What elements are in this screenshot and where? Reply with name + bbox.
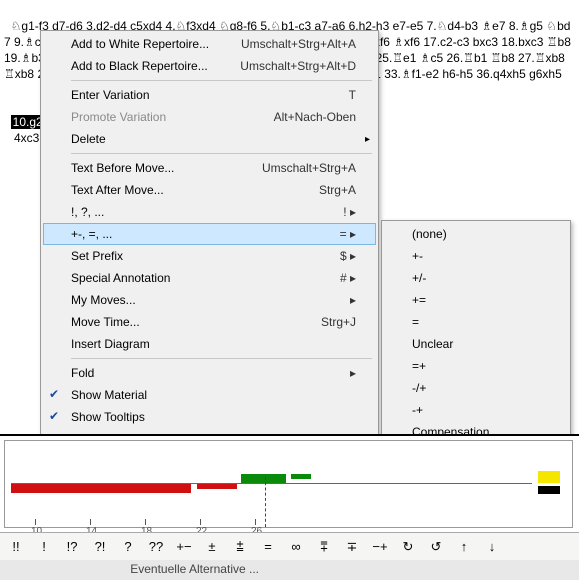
menu-item-label: Add to White Repertoire... [71,37,241,51]
menu-shortcut: Umschalt+Strg+Alt+D [240,59,356,73]
menu-item[interactable]: Text Before Move...Umschalt+Strg+A [43,157,376,179]
context-menu: Add to White Repertoire...Umschalt+Strg+… [40,30,379,482]
separator [71,358,372,359]
menu-item-label: -/+ [412,381,548,395]
menu-item[interactable]: My Moves...▸ [43,289,376,311]
notation-continuation: 4xc3 [11,131,40,145]
menu-item[interactable]: += [384,289,568,311]
menu-item[interactable]: -/+ [384,377,568,399]
menu-item[interactable]: Fold▸ [43,362,376,384]
annotation-symbol-button[interactable]: ? [115,536,141,558]
menu-item[interactable]: (none) [384,223,568,245]
menu-shortcut: # ▸ [340,271,356,285]
evaluation-panel: 1014182226 [0,434,579,532]
menu-item[interactable]: Insert Diagram [43,333,376,355]
menu-item[interactable]: +- [384,245,568,267]
menu-shortcut: Umschalt+Strg+Alt+A [241,37,356,51]
menu-item-label: Show Material [71,388,356,402]
menu-item-label: +-, =, ... [71,227,340,241]
menu-item[interactable]: Move Time...Strg+J [43,311,376,333]
menu-item-label: Show Tooltips [71,410,356,424]
menu-item[interactable]: +-, =, ...= ▸ [43,223,376,245]
status-bar: Eventuelle Alternative ... [0,560,579,580]
menu-item-label: +/- [412,271,548,285]
menu-item[interactable]: +/- [384,267,568,289]
menu-item[interactable]: Text After Move...Strg+A [43,179,376,201]
annotation-symbol-button[interactable]: = [255,536,281,558]
menu-item-label: Fold [71,366,350,380]
menu-item[interactable]: = [384,311,568,333]
annotation-symbol-button[interactable]: ⩲ [227,536,253,558]
annotation-symbol-button[interactable]: ?? [143,536,169,558]
menu-item[interactable]: Add to White Repertoire...Umschalt+Strg+… [43,33,376,55]
menu-item-label: Text Before Move... [71,161,262,175]
menu-item-label: Insert Diagram [71,337,356,351]
menu-shortcut: ▸ [350,366,356,380]
menu-item[interactable]: !, ?, ...! ▸ [43,201,376,223]
menu-item-label: (none) [412,227,548,241]
menu-item[interactable]: Special Annotation# ▸ [43,267,376,289]
annotation-symbol-button[interactable]: ! [31,536,57,558]
check-icon: ✔ [49,387,59,401]
menu-item-label: Text After Move... [71,183,319,197]
annotation-symbol-button[interactable]: ↑ [451,536,477,558]
annotation-symbol-button[interactable]: !? [59,536,85,558]
annotation-symbol-button[interactable]: ?! [87,536,113,558]
evaluation-graph[interactable]: 1014182226 [11,471,532,526]
menu-shortcut: Alt+Nach-Oben [274,110,356,124]
menu-shortcut: T [349,88,356,102]
menu-item[interactable]: ✔ Show Material [43,384,376,406]
menu-item-label: Special Annotation [71,271,340,285]
menu-shortcut: ▸ [350,293,356,307]
status-text: Eventuelle Alternative ... [130,562,259,576]
marker-black [538,486,560,494]
menu-item: Promote VariationAlt+Nach-Oben [43,106,376,128]
check-icon: ✔ [49,409,59,423]
menu-item-label: += [412,293,548,307]
separator [71,153,372,154]
annotation-symbol-button[interactable]: ± [199,536,225,558]
menu-item[interactable]: Unclear [384,333,568,355]
menu-shortcut: ! ▸ [343,205,356,219]
menu-item[interactable]: Set Prefix$ ▸ [43,245,376,267]
menu-item-label: Enter Variation [71,88,349,102]
menu-item-label: -+ [412,403,548,417]
annotation-symbol-button[interactable]: ↻ [395,536,421,558]
menu-item[interactable]: ✔ Show Tooltips [43,406,376,428]
menu-item-label: Unclear [412,337,548,351]
annotation-symbol-button[interactable]: ⩱ [311,536,337,558]
menu-shortcut: = ▸ [340,227,356,241]
menu-item-label: Move Time... [71,315,321,329]
annotation-symbol-button[interactable]: ∞ [283,536,309,558]
menu-item-label: Set Prefix [71,249,340,263]
menu-item[interactable]: Delete ▸ [43,128,376,150]
menu-item-label: +- [412,249,548,263]
menu-item-label: Delete [71,132,356,146]
annotation-symbol-button[interactable]: −+ [367,536,393,558]
menu-item[interactable]: -+ [384,399,568,421]
menu-item-label: Add to Black Repertoire... [71,59,240,73]
menu-item[interactable]: Enter VariationT [43,84,376,106]
annotation-symbol-button[interactable]: ↓ [479,536,505,558]
menu-shortcut: Umschalt+Strg+A [262,161,356,175]
menu-item-label: Promote Variation [71,110,274,124]
menu-item[interactable]: Add to Black Repertoire...Umschalt+Strg+… [43,55,376,77]
menu-item-label: = [412,315,548,329]
marker-yellow [538,471,560,483]
annotation-symbol-button[interactable]: ↺ [423,536,449,558]
separator [71,80,372,81]
menu-item-label: =+ [412,359,548,373]
cursor-line [265,477,266,527]
annotation-toolbar: !!!!??!???+−±⩲=∞⩱∓−+↻↺↑↓ [0,532,579,560]
menu-shortcut: Strg+A [319,183,356,197]
annotation-symbol-button[interactable]: ∓ [339,536,365,558]
annotation-symbol-button[interactable]: !! [3,536,29,558]
menu-shortcut: $ ▸ [340,249,356,263]
menu-item-label: !, ?, ... [71,205,343,219]
menu-shortcut: Strg+J [321,315,356,329]
annotation-symbol-button[interactable]: +− [171,536,197,558]
menu-item-label: My Moves... [71,293,350,307]
menu-item[interactable]: =+ [384,355,568,377]
submenu-arrow-icon: ▸ [365,134,370,145]
